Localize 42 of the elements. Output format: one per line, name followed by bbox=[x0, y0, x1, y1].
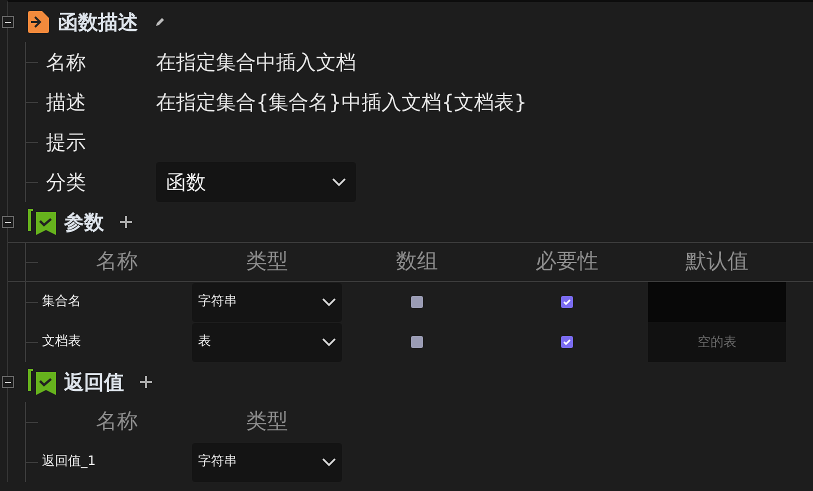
flag-check-icon bbox=[28, 209, 56, 235]
type-dropdown[interactable]: 字符串 bbox=[192, 282, 342, 322]
parameter-name: 文档表 bbox=[42, 333, 81, 352]
collapse-toggle[interactable] bbox=[2, 16, 14, 28]
column-header: 类型 bbox=[245, 408, 289, 436]
checkbox[interactable] bbox=[561, 296, 573, 308]
collapse-toggle[interactable] bbox=[2, 216, 14, 228]
checkbox[interactable] bbox=[561, 336, 573, 348]
add-icon[interactable] bbox=[140, 376, 152, 388]
flag-check-icon bbox=[28, 369, 56, 395]
field-label: 分类 bbox=[46, 169, 87, 196]
section-title: 函数描述 bbox=[58, 9, 138, 36]
type-dropdown[interactable]: 表 bbox=[192, 322, 342, 362]
chevron-down-icon bbox=[322, 338, 336, 346]
chevron-down-icon bbox=[322, 298, 336, 306]
column-header: 名称 bbox=[95, 408, 139, 436]
add-icon[interactable] bbox=[120, 216, 132, 228]
parameter-name: 返回值_1 bbox=[42, 453, 96, 472]
collapse-toggle[interactable] bbox=[2, 376, 14, 388]
chevron-down-icon bbox=[332, 178, 346, 186]
category-dropdown[interactable]: 函数 bbox=[156, 162, 356, 202]
default-value-field[interactable]: 空的表 bbox=[648, 322, 786, 362]
checkbox[interactable] bbox=[411, 296, 423, 308]
field-label: 名称 bbox=[46, 49, 87, 76]
type-dropdown[interactable]: 字符串 bbox=[192, 442, 342, 482]
field-label: 描述 bbox=[46, 89, 87, 116]
edit-icon[interactable] bbox=[154, 16, 166, 28]
field-label: 提示 bbox=[46, 129, 87, 156]
column-header: 默认值 bbox=[684, 248, 750, 276]
column-header: 数组 bbox=[395, 248, 439, 276]
section-title: 返回值 bbox=[64, 369, 124, 396]
default-value-field[interactable] bbox=[648, 282, 786, 322]
section-title: 参数 bbox=[64, 209, 104, 236]
column-header: 名称 bbox=[95, 248, 139, 276]
document-arrow-icon bbox=[28, 11, 50, 33]
parameter-name: 集合名 bbox=[42, 293, 81, 312]
field-value: 在指定集合中插入文档 bbox=[156, 49, 356, 76]
checkbox[interactable] bbox=[411, 336, 423, 348]
field-value: 在指定集合{集合名}中插入文档{文档表} bbox=[156, 89, 527, 116]
column-header: 必要性 bbox=[534, 248, 600, 276]
column-header: 类型 bbox=[245, 248, 289, 276]
chevron-down-icon bbox=[322, 458, 336, 466]
